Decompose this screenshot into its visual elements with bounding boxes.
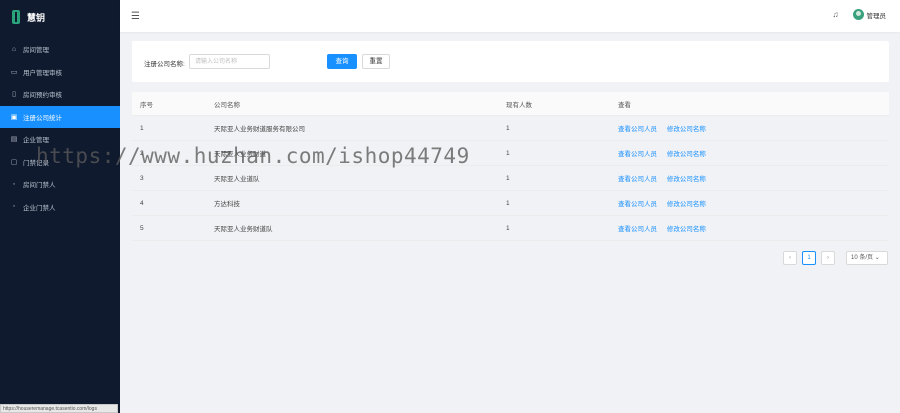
sidebar-item-label: 门禁记录	[23, 159, 49, 167]
column-header-view: 查看	[618, 101, 631, 109]
chart-icon: ▣	[10, 113, 18, 121]
company-table: 序号 公司名称 现有人数 查看 1 天际亚人业务财道服务有限公司 1 查看公司人…	[132, 92, 889, 241]
sidebar-item-company-stats[interactable]: ▣ 注册公司统计	[0, 105, 120, 128]
username[interactable]: 管理员	[867, 10, 887, 20]
row-company-name: 天际亚人业务财道队	[214, 226, 273, 233]
row-index: 5	[140, 224, 144, 232]
row-index: 1	[140, 124, 144, 132]
sidebar-item-room-management[interactable]: ⌂ 房间管理	[0, 38, 120, 61]
row-member-count: 1	[506, 199, 510, 207]
row-company-name: 天际亚人业务财道服务有限公司	[214, 126, 305, 133]
row-index: 3	[140, 174, 144, 182]
query-button[interactable]: 查询	[327, 54, 357, 69]
page-size-value: 10 条/页	[851, 255, 874, 261]
user-card-icon: ▭	[10, 68, 18, 76]
table-row: 3 天际亚人业道队 1 查看公司人员 修改公司名称	[132, 166, 889, 191]
sidebar-item-room-access[interactable]: ◦ 房间门禁人	[0, 173, 120, 196]
sidebar-item-label: 用户管理审核	[23, 69, 62, 77]
app-logo[interactable]: 慧钥	[0, 0, 120, 34]
view-members-link[interactable]: 查看公司人员	[618, 201, 657, 208]
door-icon: ▢	[10, 158, 18, 166]
column-header-index: 序号	[140, 101, 153, 109]
page-size-select[interactable]: 10 条/页 ⌄	[846, 251, 888, 265]
row-company-name: 天际亚人业道队	[214, 176, 260, 183]
pagination: ‹ 1 › 10 条/页 ⌄	[783, 251, 888, 265]
row-actions: 查看公司人员 修改公司名称	[618, 173, 889, 183]
sidebar-item-enterprise-access[interactable]: ◦ 企业门禁人	[0, 196, 120, 219]
sidebar-menu: ⌂ 房间管理 ▭ 用户管理审核 ▯ 房间预约审核 ▣ 注册公司统计 ▤ 企业管理…	[0, 38, 120, 218]
key-logo-icon	[12, 10, 20, 24]
edit-name-link[interactable]: 修改公司名称	[667, 126, 706, 133]
prev-page-button[interactable]: ‹	[783, 251, 797, 265]
building-icon: ▤	[10, 136, 18, 144]
sidebar-item-label: 房间预约审核	[23, 92, 62, 100]
sidebar-item-booking-review[interactable]: ▯ 房间预约审核	[0, 83, 120, 106]
app-title: 慧钥	[27, 12, 46, 23]
table-row: 1 天际亚人业务财道服务有限公司 1 查看公司人员 修改公司名称	[132, 116, 889, 141]
edit-name-link[interactable]: 修改公司名称	[667, 201, 706, 208]
menu-collapse-icon[interactable]: ☰	[131, 11, 140, 22]
view-members-link[interactable]: 查看公司人员	[618, 176, 657, 183]
calendar-icon: ▯	[12, 91, 16, 99]
row-company-name: 方达科技	[214, 201, 240, 208]
row-actions: 查看公司人员 修改公司名称	[618, 223, 889, 233]
sidebar: 慧钥 ⌂ 房间管理 ▭ 用户管理审核 ▯ 房间预约审核 ▣ 注册公司统计 ▤ 企…	[0, 0, 120, 413]
sidebar-item-label: 企业管理	[23, 137, 49, 145]
column-header-company: 公司名称	[214, 101, 240, 109]
sidebar-item-label: 企业门禁人	[23, 204, 56, 212]
table-row: 5 天际亚人业务财道队 1 查看公司人员 修改公司名称	[132, 216, 889, 241]
row-member-count: 1	[506, 174, 510, 182]
row-actions: 查看公司人员 修改公司名称	[618, 123, 889, 133]
view-members-link[interactable]: 查看公司人员	[618, 226, 657, 233]
avatar[interactable]	[852, 9, 864, 20]
company-name-label: 注册公司名称:	[144, 61, 185, 68]
sidebar-item-user-review[interactable]: ▭ 用户管理审核	[0, 61, 120, 84]
row-index: 2	[140, 149, 144, 157]
sidebar-item-access-records[interactable]: ▢ 门禁记录	[0, 151, 120, 174]
home-icon: ⌂	[11, 45, 17, 53]
chevron-down-icon: ⌄	[874, 255, 880, 261]
view-members-link[interactable]: 查看公司人员	[618, 151, 657, 158]
row-actions: 查看公司人员 修改公司名称	[618, 148, 889, 158]
page-1-button[interactable]: 1	[802, 251, 816, 265]
key-icon: ◦	[12, 180, 16, 188]
row-actions: 查看公司人员 修改公司名称	[618, 198, 889, 208]
header: ☰ ♫ 管理员	[120, 0, 900, 32]
row-member-count: 1	[506, 124, 510, 132]
table-row: 2 天际亚人业务财道 1 查看公司人员 修改公司名称	[132, 141, 889, 166]
reset-button[interactable]: 重置	[362, 54, 390, 69]
edit-name-link[interactable]: 修改公司名称	[667, 176, 706, 183]
edit-name-link[interactable]: 修改公司名称	[667, 226, 706, 233]
table-row: 4 方达科技 1 查看公司人员 修改公司名称	[132, 191, 889, 216]
sidebar-item-label: 注册公司统计	[23, 114, 62, 122]
sidebar-item-label: 房间门禁人	[23, 182, 56, 190]
row-member-count: 1	[506, 224, 510, 232]
edit-name-link[interactable]: 修改公司名称	[667, 151, 706, 158]
header-user-area: ♫ 管理员	[833, 9, 887, 20]
search-form: 注册公司名称: 查询 重置	[132, 41, 889, 82]
table-header: 序号 公司名称 现有人数 查看	[132, 92, 889, 116]
bell-icon[interactable]: ♫	[833, 10, 839, 19]
browser-status-url: https://houseremanage.tcasentio.com/logs	[0, 404, 118, 413]
view-members-link[interactable]: 查看公司人员	[618, 126, 657, 133]
row-index: 4	[140, 199, 144, 207]
sidebar-item-enterprise[interactable]: ▤ 企业管理	[0, 128, 120, 151]
row-member-count: 1	[506, 149, 510, 157]
next-page-button[interactable]: ›	[821, 251, 835, 265]
row-company-name: 天际亚人业务财道	[214, 151, 266, 158]
company-name-input[interactable]	[189, 54, 270, 69]
sidebar-item-label: 房间管理	[23, 47, 49, 55]
people-icon: ◦	[12, 203, 16, 211]
column-header-count: 现有人数	[506, 101, 532, 109]
